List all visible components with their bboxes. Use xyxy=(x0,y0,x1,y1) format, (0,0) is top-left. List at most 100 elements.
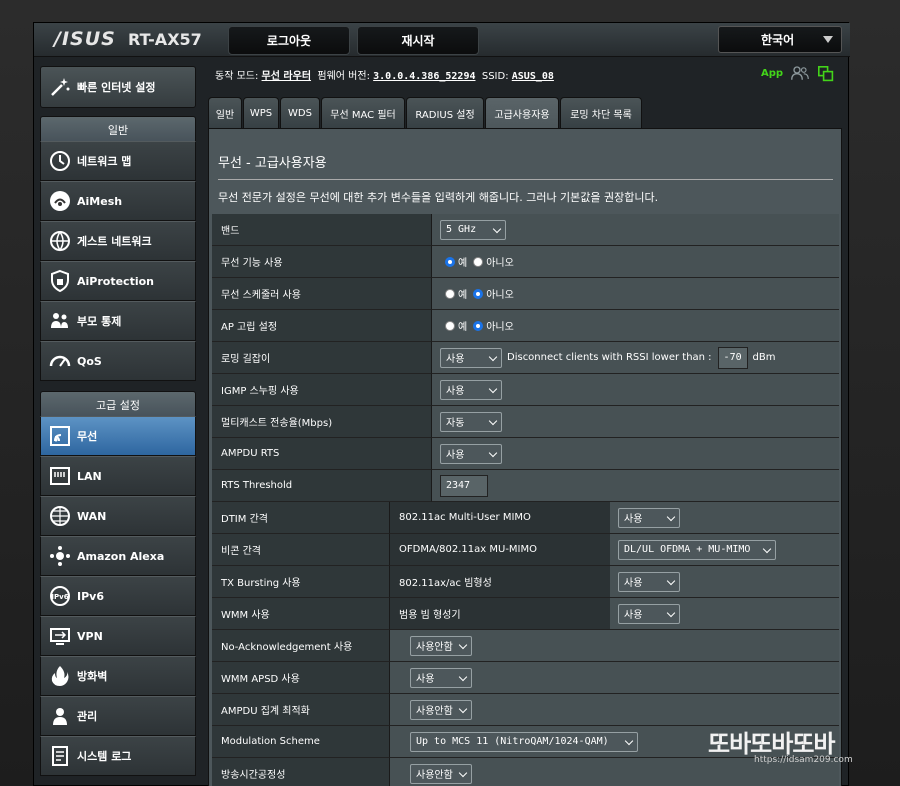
no-ack-select[interactable]: 사용안함 xyxy=(410,635,472,656)
log-icon xyxy=(47,743,73,769)
tab-mac-filter[interactable]: 무선 MAC 필터 xyxy=(321,97,405,128)
quick-internet-setup-button[interactable]: 빠른 인터넷 설정 xyxy=(40,66,196,108)
wifi-icon xyxy=(47,423,73,449)
sidebar-item-label: Amazon Alexa xyxy=(77,549,165,563)
users-icon[interactable] xyxy=(791,65,809,85)
rts-threshold-input[interactable]: 2347 xyxy=(440,474,488,497)
sidebar-item-network-map[interactable]: 네트워크 맵 xyxy=(40,141,196,181)
row-value: 예 아니오 xyxy=(432,278,839,310)
ofdma-select[interactable]: DL/UL OFDMA + MU-MIMO xyxy=(618,539,776,560)
sidebar-item-label: AiMesh xyxy=(77,194,123,208)
globe-icon xyxy=(47,503,73,529)
multicast-select[interactable]: 자동 xyxy=(440,411,502,432)
sidebar-item-label: LAN xyxy=(77,469,102,483)
wmm-apsd-select[interactable]: 사용 xyxy=(410,667,472,688)
row-value: 사용 xyxy=(432,438,839,470)
row-label: 밴드 xyxy=(212,214,432,246)
tab-roaming-block-list[interactable]: 로밍 차단 목록 xyxy=(560,97,642,128)
chevron-down-icon xyxy=(666,608,676,617)
ssid-link[interactable]: ASUS_08 xyxy=(512,71,554,82)
radio-enable-yes[interactable] xyxy=(445,256,455,267)
sidebar-item-parental-control[interactable]: 부모 통제 xyxy=(40,301,196,341)
sidebar-item-vpn[interactable]: VPN xyxy=(40,616,196,656)
sidebar-item-wireless[interactable]: 무선 xyxy=(40,416,196,456)
rssi-unit: dBm xyxy=(752,352,776,363)
network-status-icon[interactable] xyxy=(818,66,834,86)
operation-mode-link[interactable]: 무선 라우터 xyxy=(262,71,311,82)
sidebar-item-ipv6[interactable]: IPv6 IPv6 xyxy=(40,576,196,616)
row-value: 사용안함 xyxy=(390,630,839,662)
firewall-icon xyxy=(47,663,73,689)
mu-mimo-select[interactable]: 사용 xyxy=(618,507,680,528)
row-scheduler: 무선 스케줄러 사용 예 아니오 xyxy=(212,278,839,310)
sidebar-item-system-log[interactable]: 시스템 로그 xyxy=(40,736,196,776)
chevron-down-icon xyxy=(492,224,502,233)
sidebar-item-aimesh[interactable]: AiMesh xyxy=(40,181,196,221)
tab-professional[interactable]: 고급사용자용 xyxy=(485,97,559,128)
sub-row-label: 범용 빔 형성기 xyxy=(390,598,610,630)
sidebar-item-wan[interactable]: WAN xyxy=(40,496,196,536)
row-ampdu-optimization: AMPDU 집계 최적화 사용안함 xyxy=(212,694,839,726)
scheduler-no[interactable] xyxy=(473,288,484,299)
lan-icon xyxy=(47,463,73,489)
ap-isolate-yes[interactable] xyxy=(445,320,455,331)
band-select[interactable]: 5 GHz xyxy=(440,219,506,240)
sub-row-label: 802.11ax/ac 빔형성 xyxy=(390,566,610,598)
sidebar-item-label: QoS xyxy=(77,354,102,368)
ssid-label: SSID: xyxy=(481,71,509,82)
page-description: 무선 전문가 설정은 무선에 대한 추가 변수들을 입력하게 해줍니다. 그러나… xyxy=(218,191,659,204)
chevron-down-icon xyxy=(458,640,468,649)
beamforming-select[interactable]: 사용 xyxy=(618,571,680,592)
sidebar-item-aiprotection[interactable]: AiProtection xyxy=(40,261,196,301)
operation-mode-label: 동작 모드: xyxy=(215,71,259,82)
tab-radius[interactable]: RADIUS 설정 xyxy=(406,97,484,128)
roaming-select[interactable]: 사용 xyxy=(440,347,502,368)
row-label: TX Bursting 사용 xyxy=(212,566,390,598)
radio-enable-no[interactable] xyxy=(473,256,484,267)
scheduler-yes[interactable] xyxy=(445,288,455,299)
chevron-down-icon xyxy=(458,672,468,681)
sidebar-item-administration[interactable]: 관리 xyxy=(40,696,196,736)
sidebar-item-lan[interactable]: LAN xyxy=(40,456,196,496)
tab-wds[interactable]: WDS xyxy=(280,97,320,128)
sidebar-item-qos[interactable]: QoS xyxy=(40,341,196,381)
universal-beamforming-select[interactable]: 사용 xyxy=(618,603,680,624)
sidebar-item-label: AiProtection xyxy=(77,274,154,288)
airtime-select[interactable]: 사용안함 xyxy=(410,763,472,784)
alexa-icon xyxy=(47,543,73,569)
logout-button[interactable]: 로그아웃 xyxy=(228,26,350,55)
row-multicast-rate: 멀티캐스트 전송율(Mbps) 자동 xyxy=(212,406,839,438)
sidebar-item-label: 네트워크 맵 xyxy=(77,155,132,168)
sidebar-item-label: 방화벽 xyxy=(77,670,108,683)
rssi-text: Disconnect clients with RSSI lower than … xyxy=(507,352,712,363)
language-select[interactable]: 한국어 xyxy=(718,26,842,53)
row-dtim: DTIM 간격 802.11ac Multi-User MIMO 사용 xyxy=(212,502,839,534)
app-link[interactable]: App xyxy=(761,68,783,79)
firmware-version-link[interactable]: 3.0.0.4.386_52294 xyxy=(373,71,475,82)
sidebar-item-amazon-alexa[interactable]: Amazon Alexa xyxy=(40,536,196,576)
asus-logo: /ISUS xyxy=(54,28,116,50)
sidebar-item-guest-network[interactable]: 게스트 네트워크 xyxy=(40,221,196,261)
sidebar-item-label: VPN xyxy=(77,629,103,643)
row-igmp-snooping: IGMP 스누핑 사용 사용 xyxy=(212,374,839,406)
ap-isolate-no[interactable] xyxy=(473,320,484,331)
row-ampdu-rts: AMPDU RTS 사용 xyxy=(212,438,839,470)
ampdu-optimization-select[interactable]: 사용안함 xyxy=(410,699,472,720)
tab-wps[interactable]: WPS xyxy=(243,97,279,128)
modulation-select[interactable]: Up to MCS 11 (NitroQAM/1024-QAM) xyxy=(410,731,638,752)
tab-general[interactable]: 일반 xyxy=(208,97,242,128)
advanced-section-header: 고급 설정 xyxy=(40,391,196,417)
row-label: AMPDU RTS xyxy=(212,438,432,470)
igmp-select[interactable]: 사용 xyxy=(440,379,502,400)
ampdu-rts-select[interactable]: 사용 xyxy=(440,443,502,464)
row-value: 사용 xyxy=(432,374,839,406)
sidebar-item-firewall[interactable]: 방화벽 xyxy=(40,656,196,696)
watermark-url: https://idsam209.com xyxy=(754,755,853,765)
row-value: 사용 Disconnect clients with RSSI lower th… xyxy=(432,342,839,374)
wand-icon xyxy=(47,74,73,100)
restart-button[interactable]: 재시작 xyxy=(357,26,479,55)
sidebar-item-label: 게스트 네트워크 xyxy=(77,235,152,248)
row-ap-isolate: AP 고립 설정 예 아니오 xyxy=(212,310,839,342)
rssi-input[interactable]: -70 xyxy=(717,346,748,369)
row-band: 밴드 5 GHz xyxy=(212,214,839,246)
